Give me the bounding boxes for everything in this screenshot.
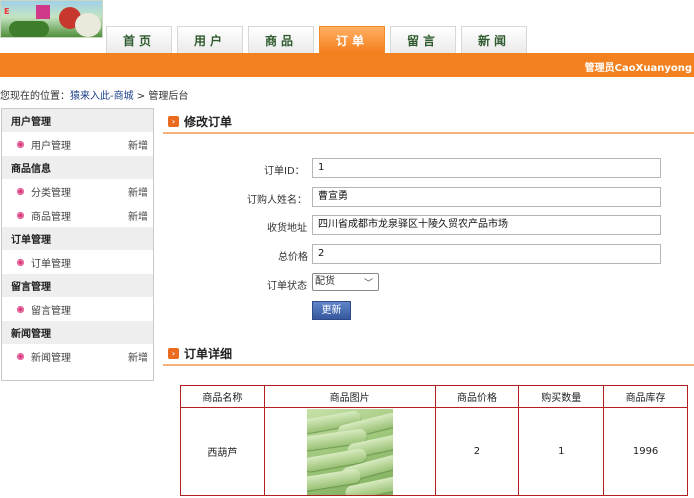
- sidebar-add-category-link[interactable]: 新增: [128, 184, 148, 199]
- header-bar: 管理员CaoXuanyong: [0, 53, 694, 77]
- nav-tab-home[interactable]: 首页: [106, 26, 172, 53]
- sidebar-item-message-manage[interactable]: 留言管理: [2, 297, 153, 321]
- cucumber-photo: [306, 408, 393, 495]
- order-id-label: 订单ID：: [264, 166, 305, 177]
- bullet-icon: [17, 187, 24, 195]
- sidebar-item-user-manage[interactable]: 用户管理 新增: [2, 132, 153, 156]
- bullet-icon: [17, 258, 24, 266]
- sidebar-item-label: 商品管理: [31, 211, 71, 223]
- sidebar-group-messages: 留言管理: [2, 274, 153, 297]
- main-nav: 首页 用户 商品 订单 留言 新闻: [106, 26, 527, 53]
- table-header-row: 商品名称 商品图片 商品价格 购买数量 商品库存: [180, 385, 688, 408]
- sidebar-item-label: 留言管理: [31, 305, 71, 317]
- logo-leaves: [9, 21, 49, 37]
- column-header-qty: 购买数量: [518, 385, 605, 408]
- sidebar-item-category-manage[interactable]: 分类管理 新增: [2, 179, 153, 203]
- address-input[interactable]: 四川省成都市龙泉驿区十陵久贸农产品市场: [312, 215, 661, 235]
- sidebar-group-orders: 订单管理: [2, 227, 153, 250]
- buyer-label: 订购人姓名：: [247, 195, 307, 206]
- sidebar-add-news-link[interactable]: 新增: [128, 349, 148, 364]
- sidebar-item-product-manage[interactable]: 商品管理 新增: [2, 203, 153, 227]
- table-row: 西葫芦 2 1 1996: [180, 407, 688, 496]
- nav-tab-news[interactable]: 新闻: [461, 26, 527, 53]
- sidebar-item-order-manage[interactable]: 订单管理: [2, 250, 153, 274]
- bullet-icon: [17, 305, 24, 313]
- sidebar-group-products: 商品信息: [2, 156, 153, 179]
- sidebar: 用户管理 用户管理 新增 商品信息 分类管理 新增 商品管理 新增 订单管理 订…: [1, 108, 154, 381]
- cell-product-name: 西葫芦: [180, 407, 265, 496]
- nav-tab-products[interactable]: 商品: [248, 26, 314, 53]
- cell-product-image: [263, 407, 436, 496]
- buyer-row: 订购人姓名： 曹宣勇: [163, 187, 663, 207]
- section-arrow-icon: ›: [168, 347, 179, 359]
- section-title: 订单详细: [184, 346, 233, 361]
- status-select[interactable]: 配货 ﹀: [312, 273, 379, 291]
- order-id-input[interactable]: 1: [312, 158, 661, 178]
- cell-product-stock: 1996: [603, 407, 688, 496]
- column-header-name: 商品名称: [180, 385, 265, 408]
- sidebar-add-product-link[interactable]: 新增: [128, 208, 148, 223]
- cell-product-qty: 1: [518, 407, 605, 496]
- column-header-stock: 商品库存: [603, 385, 688, 408]
- logo-mark: E: [4, 7, 10, 16]
- order-detail-header: › 订单详细: [163, 342, 694, 366]
- cell-product-price: 2: [434, 407, 520, 496]
- address-row: 收货地址 四川省成都市龙泉驿区十陵久贸农产品市场: [163, 215, 663, 235]
- update-button[interactable]: 更新: [312, 301, 351, 320]
- total-row: 总价格 2: [163, 244, 663, 264]
- breadcrumb-current: 管理后台: [148, 91, 189, 102]
- section-title: 修改订单: [184, 114, 233, 129]
- site-logo[interactable]: E: [0, 0, 103, 38]
- sidebar-item-news-manage[interactable]: 新闻管理 新增: [2, 344, 153, 368]
- sidebar-item-label: 用户管理: [31, 140, 71, 152]
- breadcrumb: 您现在的位置：猿来入此-商城 > 管理后台: [0, 87, 188, 102]
- total-input[interactable]: 2: [312, 244, 661, 264]
- chevron-down-icon: ﹀: [363, 279, 373, 289]
- logo-badge: [36, 5, 50, 19]
- column-header-price: 商品价格: [434, 385, 520, 408]
- breadcrumb-separator: >: [133, 91, 149, 102]
- breadcrumb-link-home[interactable]: 猿来入此-商城: [70, 91, 134, 102]
- order-detail-table: 商品名称 商品图片 商品价格 购买数量 商品库存 西葫芦 2 1 1996: [180, 385, 688, 496]
- bullet-icon: [17, 352, 24, 360]
- status-select-value: 配货: [315, 276, 335, 287]
- nav-tab-users[interactable]: 用户: [177, 26, 243, 53]
- bullet-icon: [17, 140, 24, 148]
- nav-tab-orders[interactable]: 订单: [319, 26, 385, 53]
- admin-name: 管理员CaoXuanyong: [584, 63, 692, 74]
- sidebar-add-user-link[interactable]: 新增: [128, 137, 148, 152]
- order-id-row: 订单ID： 1: [163, 158, 663, 178]
- logo-cabbage: [75, 13, 101, 37]
- breadcrumb-prefix: 您现在的位置：: [0, 91, 70, 102]
- total-label: 总价格: [278, 252, 308, 263]
- section-arrow-icon: ›: [168, 115, 179, 127]
- sidebar-item-label: 分类管理: [31, 187, 71, 199]
- bullet-icon: [17, 211, 24, 219]
- sidebar-item-label: 订单管理: [31, 258, 71, 270]
- status-label: 订单状态: [267, 281, 307, 292]
- sidebar-group-news: 新闻管理: [2, 321, 153, 344]
- address-label: 收货地址: [267, 223, 307, 234]
- sidebar-group-users: 用户管理: [2, 109, 153, 132]
- buyer-input[interactable]: 曹宣勇: [312, 187, 661, 207]
- nav-tab-messages[interactable]: 留言: [390, 26, 456, 53]
- column-header-image: 商品图片: [263, 385, 436, 408]
- status-row: 订单状态 配货 ﹀: [163, 273, 663, 293]
- edit-order-header: › 修改订单: [163, 110, 694, 134]
- sidebar-item-label: 新闻管理: [31, 352, 71, 364]
